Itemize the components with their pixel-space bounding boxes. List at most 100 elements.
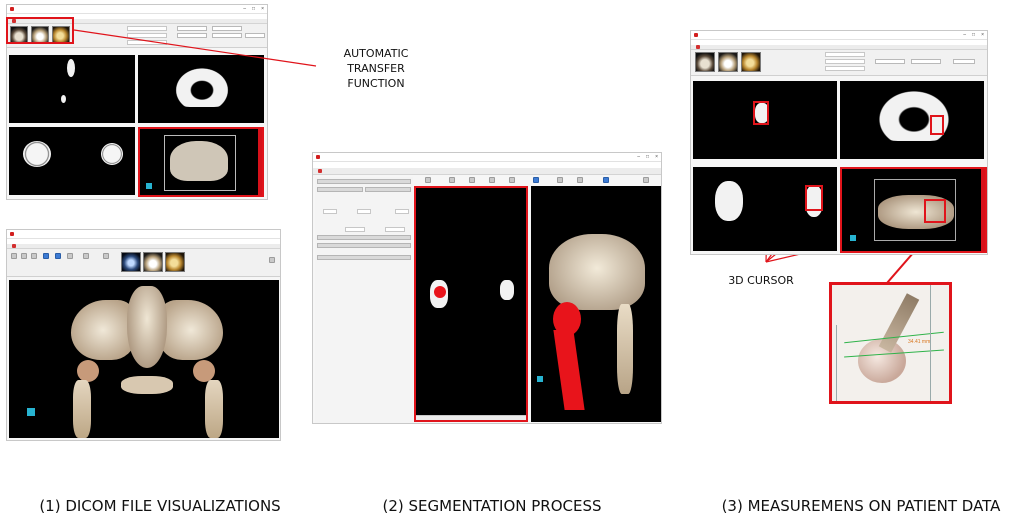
screenshot-icon[interactable] xyxy=(103,253,109,259)
window-minimize-icon[interactable]: – xyxy=(243,6,246,12)
toolbar-button[interactable] xyxy=(911,59,941,64)
slice-box xyxy=(164,135,236,191)
window-maximize-icon[interactable]: □ xyxy=(252,6,255,12)
axial-viewport[interactable] xyxy=(9,55,135,123)
window-controls: – □ × xyxy=(963,32,984,38)
transfer-function-label: AUTOMATIC TRANSFER FUNCTION xyxy=(343,47,409,90)
opacity-field[interactable] xyxy=(825,66,865,71)
zoom-tool-icon[interactable] xyxy=(43,253,49,259)
save-measure-button[interactable] xyxy=(245,33,265,38)
axis-gizmo-icon xyxy=(146,183,152,189)
window-minimize-icon[interactable]: – xyxy=(637,154,640,160)
save-segmentation-button[interactable] xyxy=(317,255,411,260)
viewport-scrollbar[interactable] xyxy=(258,129,262,195)
iliac-wing-right xyxy=(159,300,223,360)
toolbar-button[interactable] xyxy=(177,33,207,38)
dicom-viewer-window-bottom xyxy=(6,229,281,441)
femoral-head-right xyxy=(101,143,123,165)
pubic-symphysis xyxy=(121,376,173,394)
window-close-icon[interactable]: × xyxy=(655,154,658,160)
brush-tool-icon[interactable] xyxy=(533,177,539,183)
threshold-min-field[interactable] xyxy=(345,227,365,232)
toolbar-button[interactable] xyxy=(212,26,242,31)
app-icon xyxy=(10,232,14,236)
apply-button[interactable] xyxy=(317,179,411,184)
window-close-icon[interactable]: × xyxy=(261,6,264,12)
threshold-max-field[interactable] xyxy=(385,227,405,232)
femur-left xyxy=(73,380,91,438)
caption-panel-2: (2) SEGMENTATION PROCESS xyxy=(382,497,602,515)
iliac-wing-left xyxy=(71,300,135,360)
slice-viewport[interactable] xyxy=(414,186,528,422)
preset-field[interactable] xyxy=(127,33,167,38)
save-measure-button[interactable] xyxy=(953,59,975,64)
toolbar-icon[interactable] xyxy=(449,177,455,183)
lasso-tool-icon[interactable] xyxy=(31,253,37,259)
window-level-field[interactable] xyxy=(127,26,167,31)
remove-button[interactable] xyxy=(365,187,411,192)
tab-close-icon[interactable] xyxy=(318,169,322,173)
toolbar-icon[interactable] xyxy=(557,177,563,183)
opacity-field[interactable] xyxy=(127,40,167,45)
segmented-region xyxy=(434,286,446,298)
clear-mask-button[interactable] xyxy=(317,243,411,248)
coronal-viewport[interactable] xyxy=(840,81,984,159)
femoral-head-left xyxy=(715,181,743,221)
pelvis-shape xyxy=(172,65,232,107)
window-controls: – □ × xyxy=(637,154,658,160)
transfer-function-thumbnail-2[interactable] xyxy=(143,252,163,272)
tab-close-icon[interactable] xyxy=(12,244,16,248)
viewport-scrollbar[interactable] xyxy=(981,169,985,251)
preset-field[interactable] xyxy=(825,59,865,64)
3d-viewport-selected[interactable] xyxy=(138,127,264,197)
sagittal-viewport[interactable] xyxy=(693,167,837,251)
add-button[interactable] xyxy=(317,187,363,192)
transfer-function-thumbnail-1[interactable] xyxy=(121,252,141,272)
window-close-icon[interactable]: × xyxy=(981,32,984,38)
3d-cursor-box-3d xyxy=(924,199,946,223)
window-minimize-icon[interactable]: – xyxy=(963,32,966,38)
toolbar-icon[interactable] xyxy=(577,177,583,183)
load-tool-icon[interactable] xyxy=(11,253,17,259)
toolbar-icon[interactable] xyxy=(509,177,515,183)
document-tab[interactable] xyxy=(313,168,661,175)
coronal-viewport[interactable] xyxy=(138,55,264,123)
seed-z-field[interactable] xyxy=(395,209,409,214)
axial-viewport[interactable] xyxy=(693,81,837,159)
shading-tool-icon[interactable] xyxy=(67,253,73,259)
seed-y-field[interactable] xyxy=(357,209,371,214)
window-maximize-icon[interactable]: □ xyxy=(972,32,975,38)
3d-cursor-box-axial xyxy=(753,101,769,125)
slice-slider[interactable] xyxy=(416,415,526,420)
toolbar-icon[interactable] xyxy=(469,177,475,183)
3d-rendering-icon[interactable] xyxy=(55,253,61,259)
3d-view-icon[interactable] xyxy=(603,177,609,183)
toolbar-icon[interactable] xyxy=(425,177,431,183)
sagittal-viewport[interactable] xyxy=(9,127,135,195)
screenshot-icon[interactable] xyxy=(643,177,649,183)
apply-region-growing-button[interactable] xyxy=(317,235,411,240)
export-tool-icon[interactable] xyxy=(21,253,27,259)
tab-close-icon[interactable] xyxy=(696,45,700,49)
toolbar-icon[interactable] xyxy=(489,177,495,183)
window-level-field[interactable] xyxy=(825,52,865,57)
clipping-tool-icon[interactable] xyxy=(83,253,89,259)
slice-plane-edge xyxy=(836,325,837,401)
slice-plane-edge xyxy=(930,285,931,401)
transfer-function-thumbnail-3[interactable] xyxy=(741,52,761,72)
toolbar-button[interactable] xyxy=(875,59,905,64)
3d-viewport-selected[interactable] xyxy=(840,167,987,253)
app-icon xyxy=(10,7,14,11)
window-maximize-icon[interactable]: □ xyxy=(646,154,649,160)
transfer-function-thumbnail-3[interactable] xyxy=(165,252,185,272)
segmentation-controls xyxy=(315,177,413,423)
toolbar-button[interactable] xyxy=(177,26,207,31)
sacrum xyxy=(127,286,167,368)
3d-segmentation-viewport[interactable] xyxy=(531,186,661,422)
custom-transfer-icon[interactable] xyxy=(269,257,275,263)
seed-x-field[interactable] xyxy=(323,209,337,214)
3d-volume-viewport[interactable] xyxy=(9,280,279,438)
transfer-function-thumbnail-1[interactable] xyxy=(695,52,715,72)
transfer-function-thumbnail-2[interactable] xyxy=(718,52,738,72)
toolbar-button[interactable] xyxy=(212,33,242,38)
